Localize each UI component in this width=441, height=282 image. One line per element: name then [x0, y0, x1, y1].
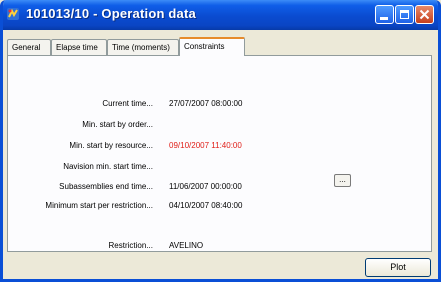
window-title: 101013/10 - Operation data	[26, 6, 196, 21]
constraints-panel: Current time... 27/07/2007 08:00:00 Min.…	[7, 55, 432, 252]
tab-general[interactable]: General	[7, 39, 51, 55]
plot-button[interactable]: Plot	[365, 258, 431, 277]
subassemblies-end-value: 11/06/2007 00:00:00	[169, 182, 242, 191]
min-start-restriction-label: Minimum start per restriction...	[45, 201, 153, 210]
title-bar[interactable]: 101013/10 - Operation data	[3, 0, 438, 30]
app-icon	[7, 8, 19, 20]
current-time-value: 27/07/2007 08:00:00	[169, 99, 243, 108]
min-start-restriction-value: 04/10/2007 08:40:00	[169, 201, 243, 210]
subassemblies-browse-button[interactable]: ...	[334, 174, 351, 187]
restriction-value: AVELINO	[169, 241, 204, 250]
minimize-button[interactable]	[375, 5, 394, 24]
operation-data-window: 101013/10 - Operation data General Elaps…	[0, 0, 441, 282]
minimize-icon	[380, 17, 388, 20]
close-button[interactable]	[415, 5, 434, 24]
maximize-icon	[400, 10, 409, 19]
close-icon	[419, 9, 430, 20]
subassemblies-end-label: Subassemblies end time...	[59, 182, 153, 191]
maximize-button[interactable]	[395, 5, 414, 24]
restriction-label: Restriction...	[108, 241, 153, 250]
client-area: General Elapse time Time (moments) Const…	[3, 30, 438, 279]
min-start-order-label: Min. start by order...	[82, 120, 153, 129]
navision-min-start-label: Navision min. start time...	[63, 162, 153, 171]
tab-constraints[interactable]: Constraints	[179, 37, 245, 56]
min-start-resource-value: 09/10/2007 11:40:00	[169, 141, 242, 150]
current-time-label: Current time...	[102, 99, 153, 108]
tab-time-moments[interactable]: Time (moments)	[107, 39, 179, 55]
tab-elapse-time[interactable]: Elapse time	[51, 39, 107, 55]
min-start-resource-label: Min. start by resource...	[69, 141, 153, 150]
